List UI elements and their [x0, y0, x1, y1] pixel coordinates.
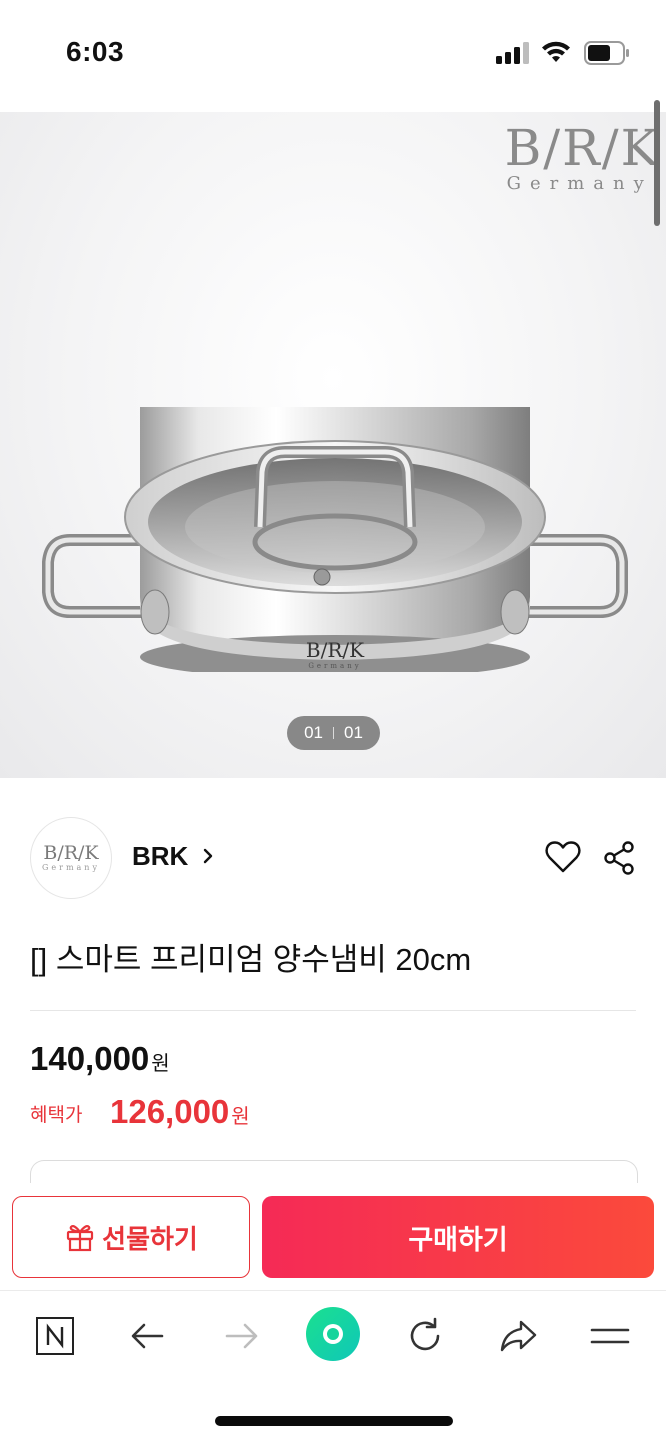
benefit-price: 126,000 원	[110, 1093, 250, 1130]
naver-n-icon[interactable]	[35, 1316, 75, 1356]
buy-button-label: 구매하기	[408, 1224, 508, 1255]
status-time: 6:03	[66, 36, 125, 67]
wifi-icon	[542, 41, 570, 62]
menu-icon[interactable]	[590, 1316, 630, 1356]
chevron-right-icon[interactable]	[200, 844, 216, 868]
divider	[30, 1010, 636, 1011]
product-image[interactable]: B/R/K Germany B/R/K Germany 01 01	[0, 112, 666, 778]
pager-total: 01	[344, 723, 363, 742]
gift-icon	[67, 1225, 94, 1252]
cellular-signal-icon	[496, 42, 529, 64]
image-brand-watermark: B/R/K Germany	[504, 119, 660, 194]
brand-name-link[interactable]: BRK	[132, 841, 188, 872]
pager-current: 01	[304, 723, 323, 742]
green-home-icon[interactable]	[305, 1306, 361, 1362]
pager-separator	[333, 727, 334, 739]
benefit-price-label: 혜택가	[30, 1105, 83, 1126]
pot-engraving-sub: Germany	[308, 662, 361, 670]
gift-button[interactable]: 선물하기	[12, 1196, 250, 1278]
scroll-indicator[interactable]	[654, 100, 660, 226]
share-arrow-icon[interactable]	[498, 1316, 538, 1356]
gift-button-label: 선물하기	[102, 1223, 198, 1254]
forward-arrow-icon[interactable]	[221, 1316, 261, 1356]
image-pager: 01 01	[287, 716, 380, 750]
heart-icon[interactable]	[544, 840, 582, 874]
share-icon[interactable]	[602, 840, 636, 876]
stainless-pot-picture: B/R/K Germany	[42, 407, 628, 672]
buy-button[interactable]: 구매하기	[262, 1196, 654, 1278]
brand-logo[interactable]: B/R/K Germany	[30, 817, 112, 899]
home-indicator[interactable]	[215, 1416, 453, 1426]
refresh-icon[interactable]	[405, 1316, 445, 1356]
pot-engraving: B/R/K	[306, 638, 365, 662]
original-price: 140,000 원	[30, 1040, 170, 1077]
back-arrow-icon[interactable]	[128, 1316, 168, 1356]
product-title: [] 스마트 프리미엄 양수냄비 20cm	[30, 942, 472, 977]
battery-icon	[584, 41, 629, 65]
